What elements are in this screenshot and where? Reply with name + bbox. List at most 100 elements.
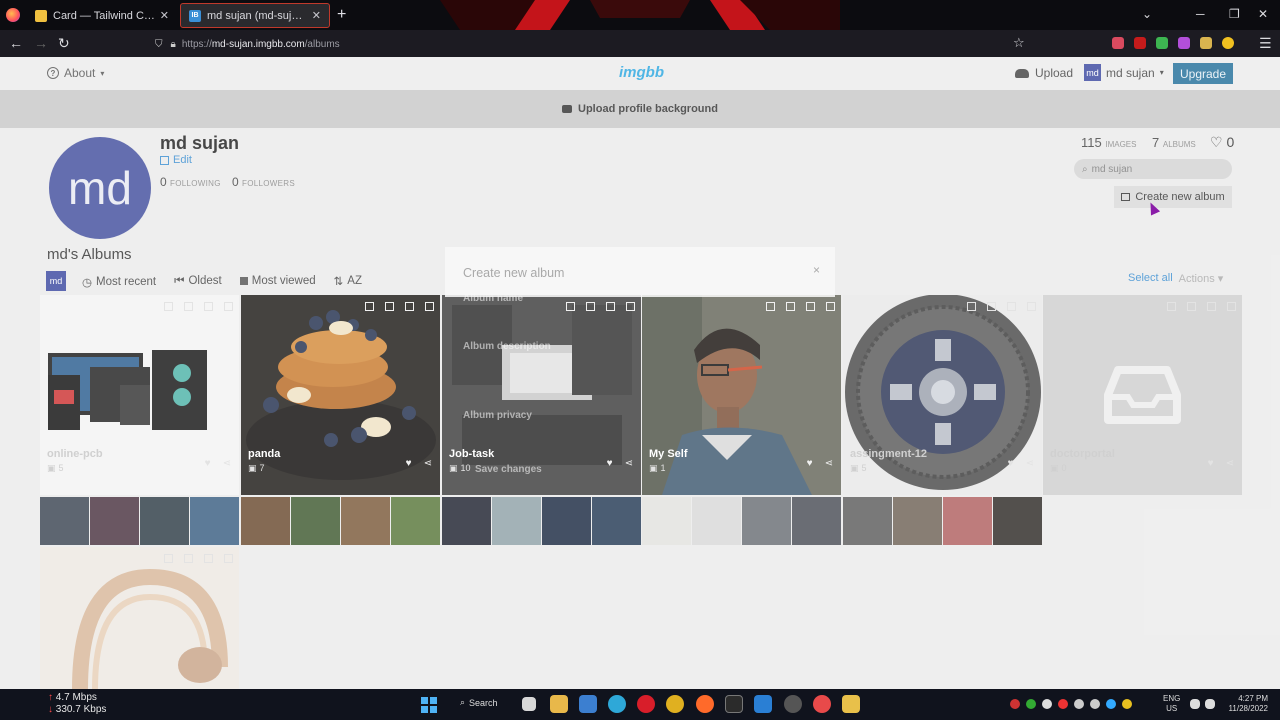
url-bar[interactable]: ⛉ 🔒︎ https:// md-sujan.imgbb.com /albums xyxy=(155,33,1035,55)
edge-icon[interactable] xyxy=(608,695,626,713)
bookmark-star-icon[interactable]: ☆ xyxy=(1013,35,1025,51)
checkbox[interactable] xyxy=(826,302,835,311)
chrome-icon[interactable] xyxy=(666,695,684,713)
tab-list-chevron-icon[interactable]: ⌄ xyxy=(1142,7,1152,21)
checkbox[interactable] xyxy=(1227,302,1236,311)
album-thumbnail[interactable] xyxy=(442,497,491,545)
image-icon[interactable] xyxy=(184,554,193,563)
image-icon[interactable] xyxy=(786,302,795,311)
album-thumbnail[interactable] xyxy=(140,497,189,545)
checkbox[interactable] xyxy=(425,302,434,311)
images-count[interactable]: 115 IMAGES xyxy=(1081,135,1136,150)
share-icon[interactable]: ⋖ xyxy=(1226,458,1234,469)
edit-icon[interactable] xyxy=(204,302,213,311)
heart-icon[interactable]: ♥ xyxy=(406,458,412,469)
edit-icon[interactable] xyxy=(204,554,213,563)
album-card[interactable]: panda ▣ 7 ♥ ⋖ xyxy=(241,295,440,495)
opera-icon[interactable] xyxy=(637,695,655,713)
image-icon[interactable] xyxy=(385,302,394,311)
pocket-icon[interactable] xyxy=(1112,37,1124,49)
upgrade-button[interactable]: Upgrade xyxy=(1173,63,1233,84)
album-thumbnail[interactable] xyxy=(843,497,892,545)
tray-app-icon[interactable] xyxy=(1042,699,1052,709)
checkbox[interactable] xyxy=(224,302,233,311)
github-desktop-icon[interactable] xyxy=(784,695,802,713)
album-thumbnail[interactable] xyxy=(241,497,290,545)
share-icon[interactable]: ⋖ xyxy=(625,458,633,469)
upload-button[interactable]: Upload xyxy=(1015,66,1073,80)
volume-icon[interactable] xyxy=(1205,699,1215,709)
edit-icon[interactable] xyxy=(1207,302,1216,311)
wifi-icon[interactable] xyxy=(1074,699,1084,709)
tray-app-icon[interactable] xyxy=(1010,699,1020,709)
back-button[interactable]: ← xyxy=(9,35,23,51)
vscode-icon[interactable] xyxy=(754,695,772,713)
checkbox[interactable] xyxy=(626,302,635,311)
tab-imgbb-profile[interactable]: IB md sujan (md-sujan) — ImgBB ✕ xyxy=(180,3,330,28)
close-window-button[interactable]: ✕ xyxy=(1258,7,1268,21)
image-icon[interactable] xyxy=(987,302,996,311)
shield-icon[interactable]: ⛉ xyxy=(155,39,163,50)
album-thumbnail[interactable] xyxy=(592,497,641,545)
edit-icon[interactable] xyxy=(606,302,615,311)
terminal-icon[interactable] xyxy=(725,695,743,713)
heart-icon[interactable]: ♥ xyxy=(807,458,813,469)
user-menu[interactable]: md md sujan ▾ xyxy=(1084,64,1164,81)
album-thumbnail[interactable] xyxy=(391,497,440,545)
album-title[interactable]: My Self xyxy=(649,448,688,460)
profile-search-input[interactable]: ⌕ md sujan xyxy=(1074,159,1232,179)
trash-icon[interactable] xyxy=(365,302,374,311)
album-card[interactable]: My Self ▣ 1 ♥ ⋖ xyxy=(642,295,841,495)
tab-close-icon[interactable]: ✕ xyxy=(312,9,321,22)
language-indicator[interactable]: ENG US xyxy=(1163,694,1180,714)
new-tab-button[interactable]: + xyxy=(337,6,346,24)
tab-az[interactable]: ⇅ AZ xyxy=(332,270,364,292)
upload-background-bar[interactable]: Upload profile background xyxy=(0,90,1280,128)
trash-icon[interactable] xyxy=(967,302,976,311)
firefox-logo-icon[interactable] xyxy=(6,8,20,22)
album-thumbnail[interactable] xyxy=(291,497,340,545)
imgbb-logo[interactable]: imgbb xyxy=(619,64,664,81)
album-thumbnail[interactable] xyxy=(792,497,841,545)
album-thumbnail[interactable] xyxy=(993,497,1042,545)
albums-count[interactable]: 7 ALBUMS xyxy=(1152,135,1196,150)
edit-profile-link[interactable]: Edit xyxy=(160,154,192,166)
forward-button[interactable]: → xyxy=(34,35,48,51)
album-thumbnail[interactable] xyxy=(90,497,139,545)
store-icon[interactable] xyxy=(579,695,597,713)
actions-menu[interactable]: Actions ▾ xyxy=(1179,272,1224,285)
tab-tailwind-card[interactable]: Card — Tailwind CSS Compone ✕ xyxy=(27,3,177,28)
tray-app-icon[interactable] xyxy=(1106,699,1116,709)
trash-icon[interactable] xyxy=(164,302,173,311)
extension-color-icon[interactable] xyxy=(1178,37,1190,49)
modal-close-icon[interactable]: × xyxy=(813,263,820,277)
network-icon[interactable] xyxy=(1190,699,1200,709)
windows-start-icon[interactable] xyxy=(421,697,437,713)
album-card[interactable] xyxy=(40,547,239,689)
album-thumbnail[interactable] xyxy=(542,497,591,545)
album-card[interactable]: doctorportal ▣ 0 ♥ ⋖ xyxy=(1043,295,1242,495)
edit-icon[interactable] xyxy=(806,302,815,311)
extension-green-icon[interactable] xyxy=(1156,37,1168,49)
create-new-album-button[interactable]: Create new album xyxy=(1114,186,1232,208)
trash-icon[interactable] xyxy=(566,302,575,311)
image-icon[interactable] xyxy=(184,302,193,311)
share-icon[interactable]: ⋖ xyxy=(1026,458,1034,469)
taskbar-clock[interactable]: 4:27 PM 11/28/2022 xyxy=(1222,694,1268,714)
tray-app-icon[interactable] xyxy=(1026,699,1036,709)
album-thumbnail[interactable] xyxy=(190,497,239,545)
album-thumbnail[interactable] xyxy=(40,497,89,545)
share-icon[interactable]: ⋖ xyxy=(825,458,833,469)
image-icon[interactable] xyxy=(1187,302,1196,311)
select-all-link[interactable]: Select all xyxy=(1128,272,1173,285)
album-thumbnail[interactable] xyxy=(642,497,691,545)
tab-close-icon[interactable]: ✕ xyxy=(160,9,169,22)
album-title[interactable]: panda xyxy=(248,448,280,460)
lock-icon[interactable]: 🔒︎ xyxy=(171,39,176,50)
checkbox[interactable] xyxy=(224,554,233,563)
minimize-button[interactable]: ─ xyxy=(1196,7,1205,21)
trash-icon[interactable] xyxy=(1167,302,1176,311)
edit-icon[interactable] xyxy=(405,302,414,311)
cloud-icon[interactable] xyxy=(1090,699,1100,709)
album-thumbnail[interactable] xyxy=(742,497,791,545)
